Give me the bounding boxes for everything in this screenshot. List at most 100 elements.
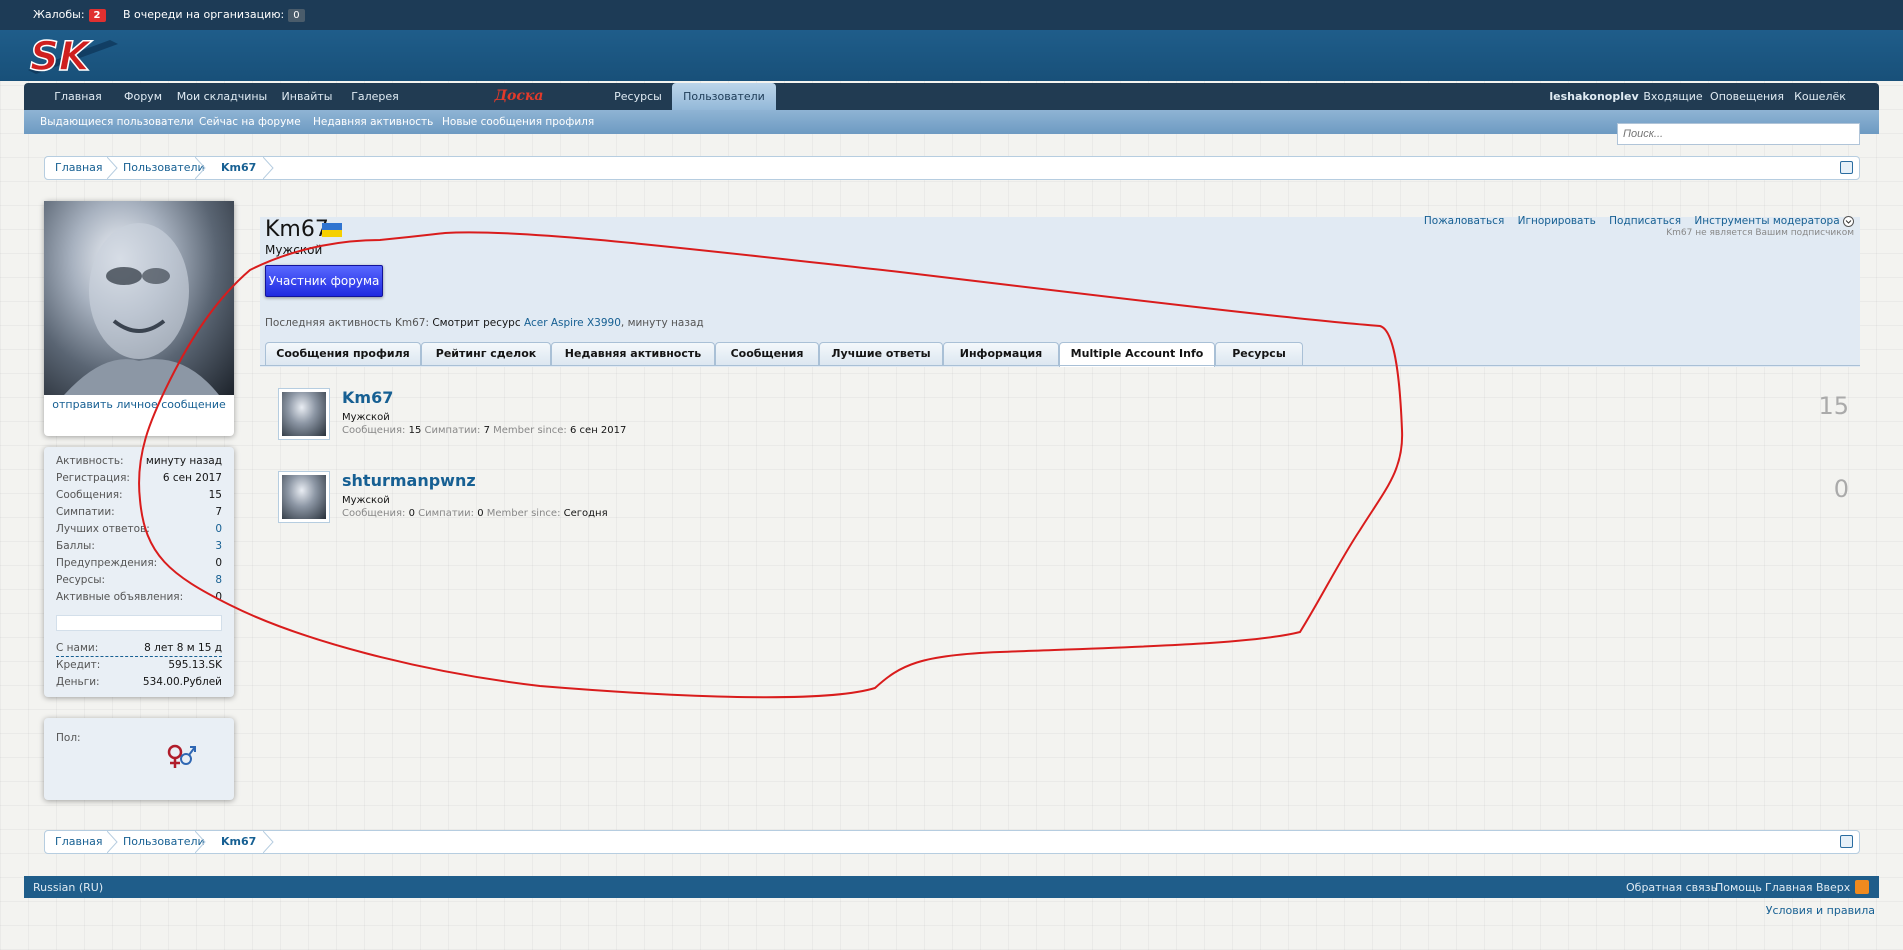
breadcrumb-home[interactable]: Главная [55,831,103,853]
subnav-recent-activity[interactable]: Недавняя активность [313,116,433,128]
tab-recent-activity[interactable]: Недавняя активность [551,342,715,366]
rss-icon[interactable] [1855,880,1869,894]
search-input[interactable] [1617,123,1860,145]
complaints-label: Жалобы: [33,8,85,21]
gender-label: Пол: [56,732,81,744]
breadcrumb-current[interactable]: Km67 [221,157,256,179]
breadcrumb-separator-icon [107,831,118,853]
nav-tab-invites[interactable]: Инвайты [276,83,338,110]
logo-icon: SK [28,33,118,81]
subnav-new-profile-posts[interactable]: Новые сообщения профиля [442,116,594,128]
stat-credit: Кредит: 595.13.SK [56,659,222,671]
breadcrumb-home[interactable]: Главная [55,157,103,179]
subnav-online-now[interactable]: Сейчас на форуме [199,116,301,128]
footer-home-link[interactable]: Главная [1765,881,1813,894]
footer-top-link[interactable]: Вверх [1816,881,1850,894]
nav-username[interactable]: leshakonoplev [1548,83,1640,110]
nav-tab-users[interactable]: Пользователи [672,83,776,110]
jump-menu-icon[interactable] [1840,161,1853,174]
nav-tab-my-purchases[interactable]: Мои складчины [172,83,272,110]
send-private-message-link[interactable]: отправить личное сообщение [44,397,234,413]
stat-warnings: Предупреждения: 0 [56,557,222,569]
queue-link[interactable]: В очереди на организацию: 0 [123,8,305,22]
breadcrumb-users[interactable]: Пользователи [123,831,205,853]
stat-best-answers: Лучших ответов: 0 [56,523,222,535]
jump-menu-icon[interactable] [1840,835,1853,848]
stat-registration: Регистрация: 6 сен 2017 [56,472,222,484]
footer: Russian (RU) Обратная связь Помощь Главн… [24,876,1879,898]
breadcrumb-separator-icon [195,831,206,853]
account-avatar[interactable] [278,471,330,523]
gender-card: Пол: [44,718,234,800]
nav-tab-forum[interactable]: Форум [118,83,168,110]
tab-resources[interactable]: Ресурсы [1215,342,1303,366]
tabs-divider [260,365,1860,366]
ignore-link[interactable]: Игнорировать [1518,215,1596,227]
tab-profile-posts[interactable]: Сообщения профиля [265,342,421,366]
account-meta: Сообщения: 15 Симпатии: 7 Member since: … [342,425,627,436]
account-avatar[interactable] [278,388,330,440]
profile-username: Km67 [265,217,329,242]
main-nav: Главная Форум Мои складчины Инвайты Гале… [24,83,1879,131]
profile-user-title: Мужской [265,243,323,257]
breadcrumb-separator-icon [263,157,274,179]
stats-divider [56,615,222,631]
nav-tab-gallery[interactable]: Галерея [342,83,408,110]
report-link[interactable]: Пожаловаться [1424,215,1504,227]
last-activity-resource-link[interactable]: Acer Aspire X3990 [524,317,621,329]
complaints-count-badge: 2 [88,9,106,22]
gender-symbol-icon [167,744,196,768]
site-header: SK [0,30,1903,81]
nav-tab-resources[interactable]: Ресурсы [608,83,668,110]
stat-resources: Ресурсы: 8 [56,574,222,586]
account-message-count: 0 [1833,475,1849,503]
stat-money: Деньги: 534.00.Рублей [56,676,222,688]
member-banner: Участник форума [265,265,383,297]
tab-messages[interactable]: Сообщения [715,342,819,366]
last-activity: Последняя активность Km67: Смотрит ресур… [265,317,704,329]
breadcrumb-bottom: Главная Пользователи Km67 [44,830,1860,854]
ukraine-flag-icon [322,223,342,237]
avatar[interactable] [44,201,234,395]
breadcrumb-separator-icon [195,157,206,179]
footer-feedback-link[interactable]: Обратная связь [1626,881,1717,894]
nav-alerts[interactable]: Оповещения [1708,83,1786,110]
breadcrumb: Главная Пользователи Km67 [44,156,1860,180]
account-row: Km67 Мужской Сообщения: 15 Симпатии: 7 M… [278,388,1853,448]
nav-tab-home[interactable]: Главная [44,83,112,110]
breadcrumb-users[interactable]: Пользователи [123,157,205,179]
complaints-link[interactable]: Жалобы: 2 [33,8,106,22]
stat-messages: Сообщения: 15 [56,489,222,501]
stat-likes: Симпатии: 7 [56,506,222,518]
tab-multiple-account-info[interactable]: Multiple Account Info [1059,342,1215,367]
language-chooser[interactable]: Russian (RU) [33,881,103,894]
stat-active-ads: Активные объявления: 0 [56,591,222,603]
site-logo[interactable]: SK [24,30,124,81]
breadcrumb-separator-icon [263,831,274,853]
breadcrumb-separator-icon [107,157,118,179]
follow-link[interactable]: Подписаться [1609,215,1681,227]
nav-inbox[interactable]: Входящие [1640,83,1706,110]
chevron-down-icon[interactable] [1843,215,1854,227]
queue-count-badge: 0 [288,9,305,22]
account-title: Мужской [342,495,390,506]
tab-information[interactable]: Информация [943,342,1059,366]
stat-activity: Активность: минуту назад [56,455,222,467]
moderator-tools-link[interactable]: Инструменты модератора [1694,215,1839,227]
footer-help-link[interactable]: Помощь [1715,881,1762,894]
breadcrumb-current[interactable]: Km67 [221,831,256,853]
nav-tab-classifieds[interactable]: Доска объявлений [444,83,594,131]
queue-label: В очереди на организацию: [123,8,285,21]
not-following-note: Km67 не является Вашим подписчиком [1666,228,1854,238]
top-bar: Жалобы: 2 В очереди на организацию: 0 [0,0,1903,30]
avatar-card: отправить личное сообщение [44,201,234,436]
account-username-link[interactable]: Km67 [342,388,393,407]
account-username-link[interactable]: shturmanpwnz [342,471,476,490]
terms-link[interactable]: Условия и правила [1766,904,1875,917]
tab-deal-rating[interactable]: Рейтинг сделок [421,342,551,366]
subnav-notable-members[interactable]: Выдающиеся пользователи [40,116,194,128]
tab-best-answers[interactable]: Лучшие ответы [819,342,943,366]
member-stats-card: Активность: минуту назад Регистрация: 6 се… [44,447,234,697]
nav-wallet[interactable]: Кошелёк [1790,83,1850,110]
logo-text: SK [30,34,93,80]
